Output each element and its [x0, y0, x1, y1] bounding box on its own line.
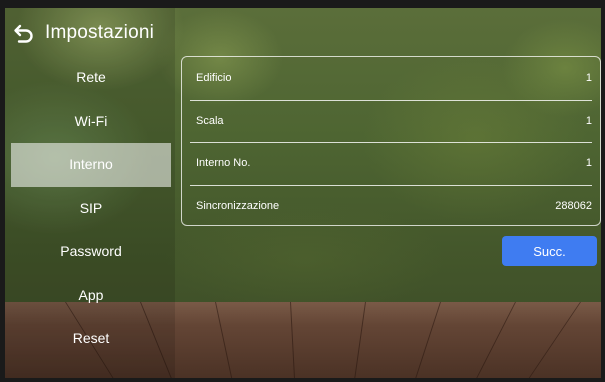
sidebar-menu: Rete Wi-Fi Interno SIP Password App Rese…: [11, 56, 171, 361]
back-arrow-icon[interactable]: [13, 22, 35, 44]
app-window: Impostazioni Rete Wi-Fi Interno SIP Pass…: [5, 8, 601, 378]
sidebar-item-password[interactable]: Password: [11, 230, 171, 274]
sidebar-item-sip[interactable]: SIP: [11, 187, 171, 231]
setting-label: Sincronizzazione: [196, 199, 280, 212]
setting-row-interno-no[interactable]: Interno No. 1: [182, 142, 600, 185]
setting-value: 1: [585, 157, 592, 170]
sidebar-item-rete[interactable]: Rete: [11, 56, 171, 100]
setting-row-scala[interactable]: Scala 1: [182, 99, 600, 143]
setting-label: Interno No.: [196, 157, 251, 170]
setting-label: Edificio: [196, 72, 232, 85]
sidebar-item-interno[interactable]: Interno: [11, 143, 171, 187]
settings-panel: Edificio 1 Scala 1 Interno No. 1 Sincron…: [181, 56, 601, 226]
page-title: Impostazioni: [45, 22, 155, 43]
setting-row-edificio[interactable]: Edificio 1: [182, 57, 600, 100]
next-button[interactable]: Succ.: [502, 236, 597, 266]
sidebar-item-wifi[interactable]: Wi-Fi: [11, 100, 171, 144]
sidebar-item-app[interactable]: App: [11, 274, 171, 318]
setting-value: 1: [585, 72, 592, 85]
sidebar-item-reset[interactable]: Reset: [11, 317, 171, 361]
setting-value: 1: [585, 114, 592, 127]
setting-row-sincronizzazione[interactable]: Sincronizzazione 288062: [182, 184, 600, 228]
header: Impostazioni: [13, 18, 154, 48]
setting-label: Scala: [196, 114, 224, 127]
setting-value: 288062: [555, 199, 592, 212]
